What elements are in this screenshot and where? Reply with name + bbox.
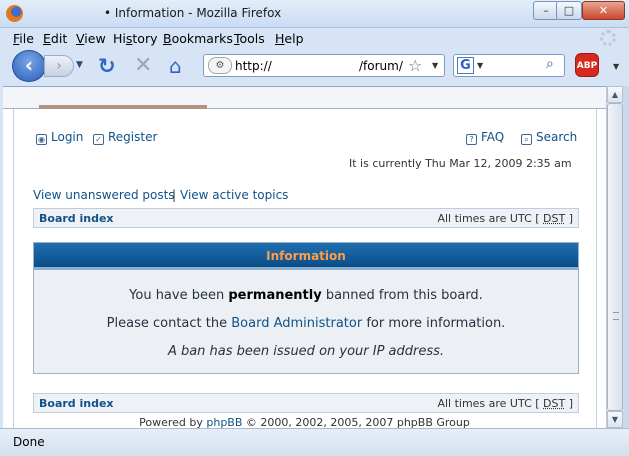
faq-icon: ? bbox=[466, 134, 477, 145]
search-engine-icon[interactable]: G bbox=[457, 57, 474, 74]
url-bar[interactable]: ⚙ http:// /forum/ ☆ ▼ bbox=[203, 54, 445, 77]
forward-arrow-icon: › bbox=[56, 58, 62, 74]
menu-bookmarks[interactable]: Bookmarks bbox=[163, 31, 233, 46]
board-index-link[interactable]: Board index bbox=[39, 212, 114, 225]
information-title: Information bbox=[266, 249, 346, 263]
bookmark-star-icon[interactable]: ☆ bbox=[408, 56, 422, 75]
engine-dropdown-icon[interactable]: ▼ bbox=[477, 61, 483, 70]
menu-edit[interactable]: Edit bbox=[43, 31, 67, 46]
scroll-grip-icon bbox=[613, 312, 619, 320]
contact-message: Please contact the Board Administrator f… bbox=[106, 316, 506, 331]
status-bar: Done bbox=[0, 428, 629, 456]
scroll-up-icon[interactable]: ▲ bbox=[607, 86, 623, 103]
bottom-nav-row: Board index All times are UTC [ DST ] bbox=[33, 393, 579, 413]
menu-bar: File Edit View History Bookmarks Tools H… bbox=[0, 28, 629, 48]
information-header: Information bbox=[34, 243, 578, 270]
status-text: Done bbox=[13, 435, 45, 449]
link-separator: | bbox=[172, 188, 177, 202]
board-index-link-bottom[interactable]: Board index bbox=[39, 397, 114, 410]
timezone-info: All times are UTC [ DST ] bbox=[437, 212, 573, 225]
url-dropdown-icon[interactable]: ▼ bbox=[432, 61, 438, 70]
stop-icon[interactable]: ✕ bbox=[134, 53, 152, 78]
current-time: It is currently Thu Mar 12, 2009 2:35 am bbox=[349, 157, 572, 170]
menu-help[interactable]: Help bbox=[275, 31, 304, 46]
reload-icon[interactable]: ↻ bbox=[98, 54, 116, 78]
vertical-scrollbar[interactable]: ▲ ▼ bbox=[606, 86, 623, 428]
powered-by-footer: Powered by phpBB © 2000, 2002, 2005, 200… bbox=[139, 416, 470, 428]
home-icon[interactable]: ⌂ bbox=[169, 54, 182, 78]
forward-button[interactable]: › bbox=[44, 55, 74, 77]
throbber-icon bbox=[600, 30, 616, 46]
back-button[interactable]: ‹ bbox=[12, 50, 46, 82]
login-link[interactable]: ◉ Login bbox=[36, 130, 83, 145]
information-panel: Information You have been permanently ba… bbox=[33, 242, 579, 374]
timezone-info-bottom: All times are UTC [ DST ] bbox=[437, 397, 573, 410]
login-icon: ◉ bbox=[36, 134, 47, 145]
search-link[interactable]: ⌕ Search bbox=[521, 130, 577, 145]
maximize-button[interactable]: □ bbox=[556, 1, 582, 20]
site-identity-icon[interactable]: ⚙ bbox=[208, 57, 232, 74]
board-administrator-link[interactable]: Board Administrator bbox=[231, 316, 362, 331]
ban-message: You have been permanently banned from th… bbox=[129, 288, 483, 303]
top-nav-row: Board index All times are UTC [ DST ] bbox=[33, 208, 579, 228]
register-icon: ✓ bbox=[93, 134, 104, 145]
phpbb-link[interactable]: phpBB bbox=[206, 416, 242, 428]
scrollbar-thumb[interactable] bbox=[607, 103, 623, 411]
ban-reason: A ban has been issued on your IP address… bbox=[167, 344, 445, 359]
history-dropdown-icon[interactable]: ▼ bbox=[76, 60, 83, 70]
url-path: /forum/ bbox=[359, 59, 403, 73]
page-viewport: ◉ Login ✓ Register ? FAQ ⌕ Search It is curr… bbox=[3, 86, 606, 428]
adblock-icon[interactable]: ABP bbox=[575, 53, 599, 77]
menu-tools[interactable]: Tools bbox=[234, 31, 265, 46]
view-active-link[interactable]: View active topics bbox=[180, 188, 288, 202]
menu-view[interactable]: View bbox=[76, 31, 106, 46]
scroll-down-icon[interactable]: ▼ bbox=[607, 411, 623, 428]
dst-abbr: DST bbox=[543, 212, 566, 225]
firefox-logo-icon bbox=[6, 5, 23, 22]
menu-history[interactable]: History bbox=[113, 31, 157, 46]
search-icon: ⌕ bbox=[521, 134, 532, 145]
back-arrow-icon: ‹ bbox=[24, 53, 34, 77]
search-bar[interactable]: G ▼ ⌕ bbox=[453, 54, 565, 77]
search-icon[interactable]: ⌕ bbox=[546, 56, 554, 72]
toolbar-chevron-icon[interactable]: ▼ bbox=[613, 62, 619, 71]
view-unanswered-link[interactable]: View unanswered posts bbox=[33, 188, 175, 202]
faq-link[interactable]: ? FAQ bbox=[466, 130, 504, 145]
search-input[interactable] bbox=[487, 57, 545, 74]
title-bar: • Information - Mozilla Firefox – □ ✕ bbox=[0, 0, 629, 28]
dst-abbr-bottom: DST bbox=[543, 397, 566, 410]
menu-file[interactable]: File bbox=[13, 31, 34, 46]
window-title: • Information - Mozilla Firefox bbox=[104, 6, 282, 20]
url-prefix: http:// bbox=[235, 59, 272, 73]
register-link[interactable]: ✓ Register bbox=[93, 130, 157, 145]
close-button[interactable]: ✕ bbox=[582, 1, 625, 20]
